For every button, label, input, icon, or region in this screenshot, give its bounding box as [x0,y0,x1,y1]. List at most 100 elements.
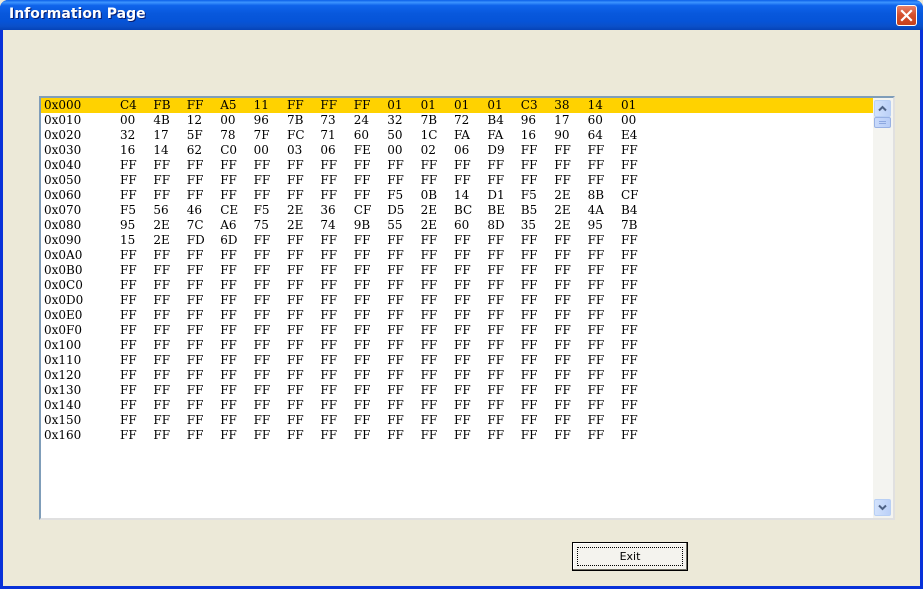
hex-byte: FF [220,173,237,187]
hex-byte: B4 [487,113,504,127]
hex-row[interactable]: 0x110 FF FF FF FF FF FF FF FF FF FF FF FF FF FF FF FF [41,353,873,368]
hex-byte: FF [454,368,471,382]
hex-byte: 24 [353,113,370,127]
hex-row[interactable]: 0x040 FF FF FF FF FF FF FF FF FF FF FF FF FF FF FF FF [41,158,873,173]
hex-byte: FF [554,233,571,247]
hex-byte: FF [353,353,371,367]
hex-byte: 01 [420,98,436,112]
hex-row[interactable]: 0x0F0 FF FF FF FF FF FF FF FF FF FF FF FF FF FF FF FF [41,323,873,338]
hex-dump-listbox[interactable]: 0x000 C4 FB FF A5 11 FF FF FF 01 01 01 01 C3 38 14 01 0x0… [39,96,895,520]
hex-byte: 2E [420,203,437,217]
hex-byte: 11 [253,98,269,112]
hex-row[interactable]: 0x0B0 FF FF FF FF FF FF FF FF FF FF FF FF FF FF FF FF [41,263,873,278]
hex-row[interactable]: 0x080 95 2E 7C A6 75 2E 74 9B 55 2E 60 8D 35 2E 95 7B [41,218,873,233]
hex-byte: FF [153,338,171,352]
hex-byte: 15 [120,233,136,247]
hex-byte: FF [520,323,538,337]
hex-byte: FF [220,188,237,202]
hex-row[interactable]: 0x120 FF FF FF FF FF FF FF FF FF FF FF FF FF FF FF FF [41,368,873,383]
hex-byte: FF [487,158,505,172]
hex-row[interactable]: 0x000 C4 FB FF A5 11 FF FF FF 01 01 01 01 C3 38 14 01 [41,98,873,113]
hex-row[interactable]: 0x060 FF FF FF FF FF FF FF FF F5 0B 14 D1 F5 2E 8B CF [41,188,873,203]
scroll-down-button[interactable] [874,499,891,516]
hex-byte: FF [320,278,338,292]
hex-byte: FF [120,173,137,187]
hex-byte: 75 [253,218,269,232]
hex-byte: FF [454,293,471,307]
hex-byte: 60 [587,113,603,127]
hex-byte: FF [186,248,204,262]
title-bar[interactable]: Information Page [0,0,923,30]
hex-byte: FF [420,338,438,352]
hex-byte: FF [153,173,171,187]
hex-byte: FF [153,158,171,172]
hex-dump-rows: 0x000 C4 FB FF A5 11 FF FF FF 01 01 01 01 C3 38 14 01 0x0… [41,98,873,518]
hex-byte: FF [320,263,338,277]
hex-byte: FF [287,188,304,202]
scroll-thumb[interactable] [874,117,891,128]
hex-row[interactable]: 0x0E0 FF FF FF FF FF FF FF FF FF FF FF FF FF FF FF FF [41,308,873,323]
hex-byte: FF [287,308,304,322]
scroll-up-button[interactable] [874,100,891,117]
hex-row[interactable]: 0x140 FF FF FF FF FF FF FF FF FF FF FF FF FF FF FF FF [41,398,873,413]
hex-row[interactable]: 0x090 15 2E FD 6D FF FF FF FF FF FF FF FF FF FF FF FF [41,233,873,248]
hex-address: 0x130 [44,383,82,397]
hex-byte: CF [621,188,639,202]
hex-row[interactable]: 0x070 F5 56 46 CE F5 2E 36 CF D5 2E BC BE B5 2E 4A B4 [41,203,873,218]
hex-byte: FF [287,278,304,292]
hex-byte: 03 [287,143,303,157]
hex-row[interactable]: 0x030 16 14 62 C0 00 03 06 FE 00 02 06 D9 FF FF FF FF [41,143,873,158]
hex-address: 0x060 [44,188,82,202]
vertical-scrollbar[interactable] [873,98,893,518]
hex-row[interactable]: 0x0C0 FF FF FF FF FF FF FF FF FF FF FF FF FF FF FF FF [41,278,873,293]
hex-byte: FF [186,263,204,277]
hex-byte: FF [353,293,371,307]
exit-button[interactable]: Exit [572,542,688,571]
hex-byte: FF [353,368,371,382]
hex-byte: FF [487,173,505,187]
hex-byte: 00 [387,143,403,157]
hex-byte: 01 [621,98,637,112]
hex-byte: FF [220,338,237,352]
hex-byte: 14 [454,188,470,202]
hex-byte: FF [454,308,471,322]
hex-byte: FF [120,353,137,367]
hex-byte: FF [387,248,404,262]
hex-byte: FF [220,248,237,262]
close-button[interactable] [896,5,917,26]
hex-byte: C4 [120,98,137,112]
hex-byte: FF [387,383,404,397]
hex-byte: A5 [220,98,237,112]
hex-byte: FF [520,233,538,247]
hex-byte: FF [186,98,204,112]
hex-byte: FF [253,338,271,352]
hex-byte: F5 [387,188,404,202]
hex-byte: FF [554,173,571,187]
hex-byte: FF [387,323,404,337]
hex-byte: 2E [554,218,571,232]
hex-byte: F5 [253,203,270,217]
hex-row[interactable]: 0x100 FF FF FF FF FF FF FF FF FF FF FF FF FF FF FF FF [41,338,873,353]
hex-row[interactable]: 0x0D0 FF FF FF FF FF FF FF FF FF FF FF FF FF FF FF FF [41,293,873,308]
hex-address: 0x000 [44,98,82,112]
hex-address: 0x070 [44,203,82,217]
hex-row[interactable]: 0x0A0 FF FF FF FF FF FF FF FF FF FF FF FF FF FF FF FF [41,248,873,263]
hex-row[interactable]: 0x160 FF FF FF FF FF FF FF FF FF FF FF FF FF FF FF FF [41,428,873,443]
hex-byte: FF [186,158,204,172]
hex-byte: FF [287,293,304,307]
hex-row[interactable]: 0x010 00 4B 12 00 96 7B 73 24 32 7B 72 B4 96 17 60 00 [41,113,873,128]
hex-row[interactable]: 0x050 FF FF FF FF FF FF FF FF FF FF FF FF FF FF FF FF [41,173,873,188]
hex-byte: FF [587,263,605,277]
hex-byte: 4B [153,113,170,127]
hex-row[interactable]: 0x150 FF FF FF FF FF FF FF FF FF FF FF FF FF FF FF FF [41,413,873,428]
hex-byte: 7B [621,218,638,232]
hex-row[interactable]: 0x020 32 17 5F 78 7F FC 71 60 50 1C FA FA 16 90 64 E4 [41,128,873,143]
hex-byte: FF [487,383,505,397]
hex-byte: FF [287,368,304,382]
hex-byte: FF [353,158,371,172]
hex-byte: FF [120,368,137,382]
scroll-thumb-grip [879,121,886,122]
hex-row[interactable]: 0x130 FF FF FF FF FF FF FF FF FF FF FF FF FF FF FF FF [41,383,873,398]
hex-byte: FF [253,398,271,412]
hex-byte: FF [320,188,338,202]
